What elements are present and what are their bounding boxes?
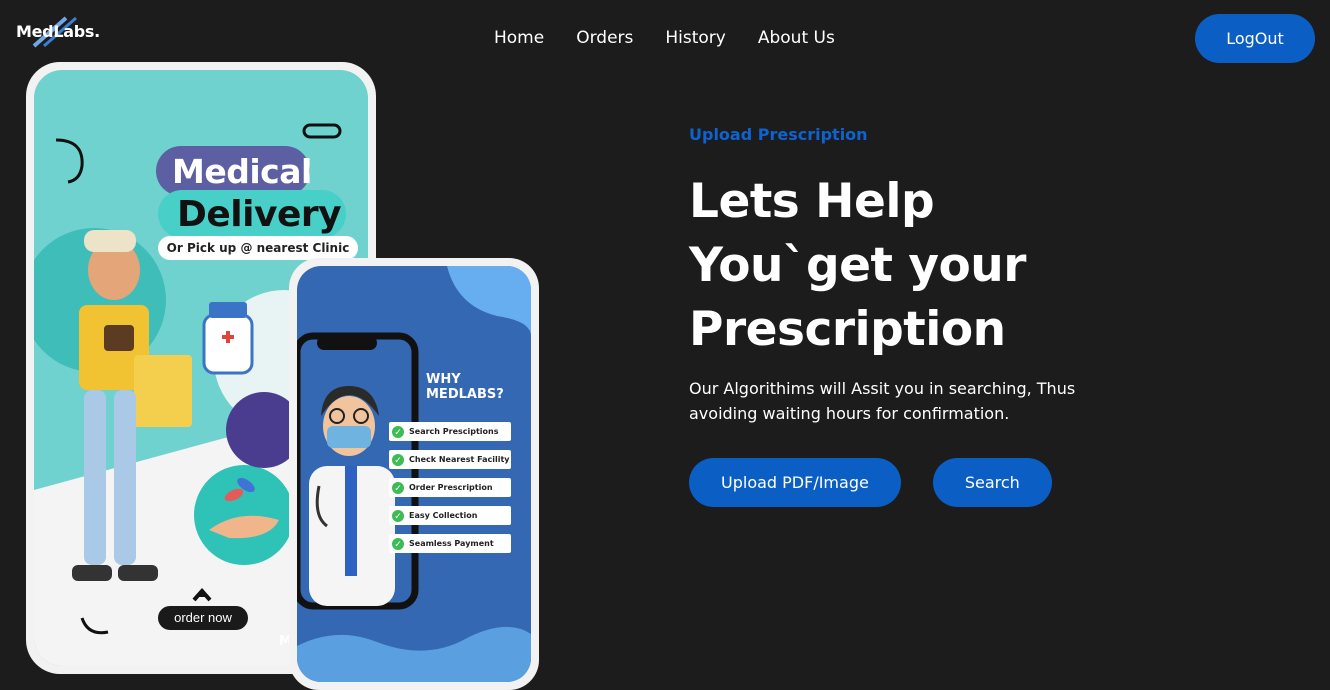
why-medlabs-screen: WHY MEDLABS? ✓ Search Presciptions ✓ Check… [297, 266, 531, 682]
feature-item: ✓ Check Nearest Facility [389, 450, 511, 469]
logout-button[interactable]: LogOut [1195, 14, 1315, 63]
headline-line3: Prescription [689, 302, 1006, 357]
nav-orders-link[interactable]: Orders [576, 28, 633, 48]
hero-description: Our Algorithims will Assit you in search… [689, 379, 1076, 423]
promo-title-line2: Delivery [177, 194, 342, 235]
check-icon: ✓ [392, 537, 404, 550]
feature-label: Check Nearest Facility [409, 455, 510, 464]
promo-title-line1: Medical [172, 152, 312, 191]
search-button[interactable]: Search [932, 458, 1052, 507]
why-medlabs-promo-phone: WHY MEDLABS? ✓ Search Presciptions ✓ Check… [289, 258, 539, 690]
hero-section: Upload Prescription Lets Help You`get yo… [689, 125, 1289, 507]
check-icon: ✓ [392, 453, 404, 466]
feature-item: ✓ Seamless Payment [389, 534, 511, 553]
feature-label: Order Prescription [409, 483, 493, 492]
feature-label: Easy Collection [409, 511, 478, 520]
nav-about-link[interactable]: About Us [758, 28, 835, 48]
headline-line2: You`get your [689, 238, 1026, 293]
check-icon: ✓ [392, 425, 404, 438]
check-icon: ✓ [392, 481, 404, 494]
upload-pdf-image-button[interactable]: Upload PDF/Image [689, 458, 901, 507]
nav-history-link[interactable]: History [665, 28, 725, 48]
promo-subtitle: Or Pick up @ nearest Clinic [158, 236, 358, 260]
main-nav: Home Orders History About Us [494, 28, 835, 48]
why-medlabs-heading: WHY MEDLABS? [426, 372, 504, 402]
why-heading-line1: WHY [426, 372, 461, 387]
feature-list: ✓ Search Presciptions ✓ Check Nearest Faci… [389, 422, 511, 562]
check-icon: ✓ [392, 509, 404, 522]
feature-item: ✓ Order Prescription [389, 478, 511, 497]
brand-logo[interactable]: MedLabs. [16, 22, 100, 41]
feature-item: ✓ Easy Collection [389, 506, 511, 525]
feature-item: ✓ Search Presciptions [389, 422, 511, 441]
hero-actions: Upload PDF/Image Search [689, 458, 1289, 507]
why-heading-line2: MEDLABS? [426, 387, 504, 402]
nav-home-link[interactable]: Home [494, 28, 544, 48]
feature-label: Search Presciptions [409, 427, 499, 436]
chevron-up-icon [192, 588, 212, 602]
order-now-button[interactable]: order now [158, 606, 248, 630]
hero-headline: Lets Help You`get your Prescription [689, 170, 1289, 362]
hero-eyebrow: Upload Prescription [689, 125, 868, 144]
headline-line1: Lets Help [689, 174, 935, 229]
feature-label: Seamless Payment [409, 539, 494, 548]
